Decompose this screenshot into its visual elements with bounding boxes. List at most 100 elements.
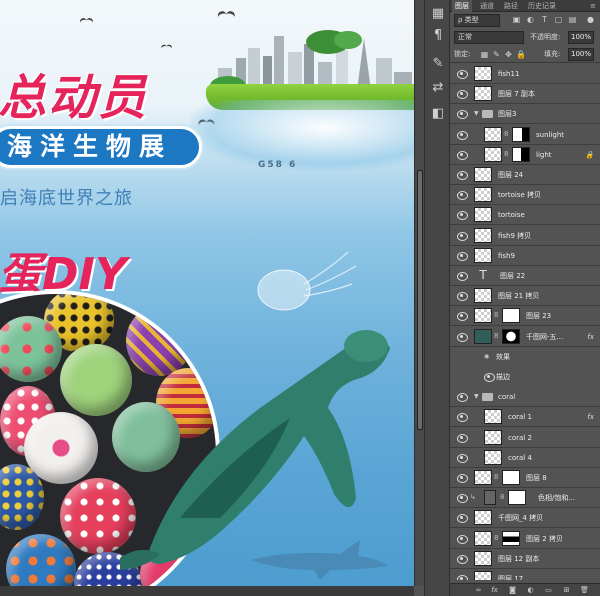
visibility-eye-icon[interactable] (457, 535, 468, 544)
layer-thumbnail[interactable] (474, 86, 492, 101)
lock-paint-icon[interactable]: ✎ (492, 50, 501, 59)
layer-row[interactable]: 千图网_4 拷贝 (450, 508, 600, 528)
layer-thumbnail[interactable] (474, 531, 492, 546)
layer-row[interactable]: tortoise 拷贝 (450, 185, 600, 205)
visibility-eye-icon[interactable] (457, 110, 468, 119)
layer-name[interactable]: 描边 (496, 367, 510, 387)
panel-menu-icon[interactable]: ≡ (590, 0, 596, 12)
visibility-eye-icon[interactable] (484, 373, 495, 382)
layer-row[interactable]: 8 light 🔒 (450, 145, 600, 165)
layer-row[interactable]: fish11 (450, 64, 600, 84)
layer-mask-thumb[interactable] (512, 127, 530, 142)
filter-type-select[interactable]: ρ 类型 (454, 14, 500, 27)
layer-thumbnail[interactable] (484, 430, 502, 445)
visibility-eye-icon[interactable] (457, 555, 468, 564)
layer-row[interactable]: 8 图层 23 (450, 306, 600, 326)
brush-panel-icon[interactable]: ✎ (428, 54, 448, 74)
layer-mask-thumb[interactable] (502, 329, 520, 344)
layer-thumbnail[interactable] (484, 409, 502, 424)
visibility-eye-icon[interactable] (457, 312, 468, 321)
layer-row[interactable]: 8 千图网-五... fx (450, 327, 600, 347)
layer-name[interactable]: 图层 17 (498, 569, 523, 580)
visibility-eye-icon[interactable] (457, 90, 468, 99)
layer-mask-thumb[interactable] (502, 308, 520, 323)
visibility-eye-icon[interactable] (457, 434, 468, 443)
add-mask-icon[interactable]: ◙ (508, 586, 517, 595)
visibility-eye-icon[interactable] (457, 393, 468, 402)
layer-row[interactable]: fish9 (450, 246, 600, 266)
fill-input[interactable]: 100% (568, 48, 594, 61)
smart-filter-icon[interactable]: ▤ (568, 15, 577, 24)
layer-name[interactable]: 千图网_4 拷贝 (498, 508, 543, 528)
layer-name[interactable]: light (536, 145, 552, 165)
lock-all-icon[interactable]: 🔒 (516, 50, 526, 59)
layer-name[interactable]: 图层 22 (500, 266, 525, 286)
history-panel-icon[interactable]: ▦ (428, 4, 448, 24)
type-filter-icon[interactable]: T (540, 15, 549, 24)
layer-name[interactable]: 图层 24 (498, 165, 523, 185)
layer-mask-thumb[interactable] (512, 147, 530, 162)
layer-name[interactable]: fish9 拷贝 (498, 226, 531, 246)
layer-name[interactable]: 色相/饱和... (538, 488, 575, 508)
layer-name[interactable]: 效果 (496, 347, 510, 367)
layer-thumbnail[interactable] (484, 127, 502, 142)
layer-thumbnail[interactable] (474, 329, 492, 344)
layer-thumbnail[interactable] (474, 288, 492, 303)
layer-name[interactable]: coral 2 (508, 428, 532, 448)
layer-row[interactable]: fish9 拷贝 (450, 226, 600, 246)
layer-row[interactable]: 图层 12 副本 (450, 549, 600, 569)
layer-thumbnail[interactable] (474, 66, 492, 81)
image-filter-icon[interactable]: ▣ (512, 15, 521, 24)
group-expand-icon[interactable]: ▼ (474, 104, 479, 124)
layer-thumbnail[interactable] (474, 308, 492, 323)
layer-mask-thumb[interactable] (502, 470, 520, 485)
lock-position-icon[interactable]: ✥ (504, 50, 513, 59)
visibility-eye-icon[interactable] (457, 494, 468, 503)
layer-row[interactable]: 图层 21 拷贝 (450, 286, 600, 306)
layer-row[interactable]: ↳ 8 色相/饱和... (450, 488, 600, 508)
layer-name[interactable]: tortoise 拷贝 (498, 185, 541, 205)
visibility-eye-icon[interactable] (457, 474, 468, 483)
layer-thumbnail[interactable] (474, 248, 492, 263)
layer-mask-thumb[interactable] (508, 490, 526, 505)
document-canvas[interactable]: 总动员 海洋生物展 启海底世界之旅 G58 6 蛋DIY (0, 0, 414, 586)
visibility-eye-icon[interactable] (457, 232, 468, 241)
layer-row[interactable]: 8 sunlight (450, 125, 600, 145)
layer-name[interactable]: 千图网-五... (526, 327, 563, 347)
layer-name[interactable]: 图层 21 拷贝 (498, 286, 539, 306)
canvas-horizontal-scrollbar[interactable] (0, 586, 414, 596)
visibility-eye-icon[interactable] (457, 131, 468, 140)
layer-name[interactable]: fish9 (498, 246, 515, 266)
layer-name[interactable]: fish11 (498, 64, 519, 84)
blend-mode-select[interactable]: 正常 (454, 31, 524, 44)
layer-name[interactable]: tortoise (498, 205, 525, 225)
visibility-eye-icon[interactable] (457, 413, 468, 422)
layer-row[interactable]: ▼ coral (450, 387, 600, 407)
tab-layers[interactable]: 图层 (452, 0, 472, 12)
layer-name[interactable]: coral 4 (508, 448, 532, 468)
layer-name[interactable]: sunlight (536, 125, 564, 145)
layer-row[interactable]: 图层 24 (450, 165, 600, 185)
opacity-input[interactable]: 100% (568, 31, 594, 44)
visibility-eye-icon[interactable] (457, 211, 468, 220)
layer-thumbnail[interactable] (474, 470, 492, 485)
layer-name[interactable]: 图层 7 副本 (498, 84, 535, 104)
group-expand-icon[interactable]: ▼ (474, 387, 479, 407)
layer-thumbnail[interactable] (474, 167, 492, 182)
visibility-eye-icon[interactable] (457, 454, 468, 463)
layer-name[interactable]: 图层 8 (526, 468, 547, 488)
visibility-eye-icon[interactable] (457, 575, 468, 580)
visibility-eye-icon[interactable] (457, 171, 468, 180)
canvas-vertical-scrollbar[interactable] (414, 0, 424, 586)
visibility-eye-icon[interactable] (457, 191, 468, 200)
layer-thumbnail[interactable] (484, 147, 502, 162)
filter-toggle-icon[interactable]: ● (586, 15, 595, 24)
paragraph-panel-icon[interactable]: ¶ (428, 26, 448, 46)
layer-thumbnail[interactable] (474, 228, 492, 243)
layer-thumbnail[interactable] (484, 450, 502, 465)
visibility-eye-icon[interactable] (457, 272, 468, 281)
layer-row[interactable]: 图层 7 副本 (450, 84, 600, 104)
visibility-eye-icon[interactable] (457, 151, 468, 160)
layer-name[interactable]: coral (498, 387, 515, 407)
tab-channels[interactable]: 通道 (480, 0, 494, 12)
